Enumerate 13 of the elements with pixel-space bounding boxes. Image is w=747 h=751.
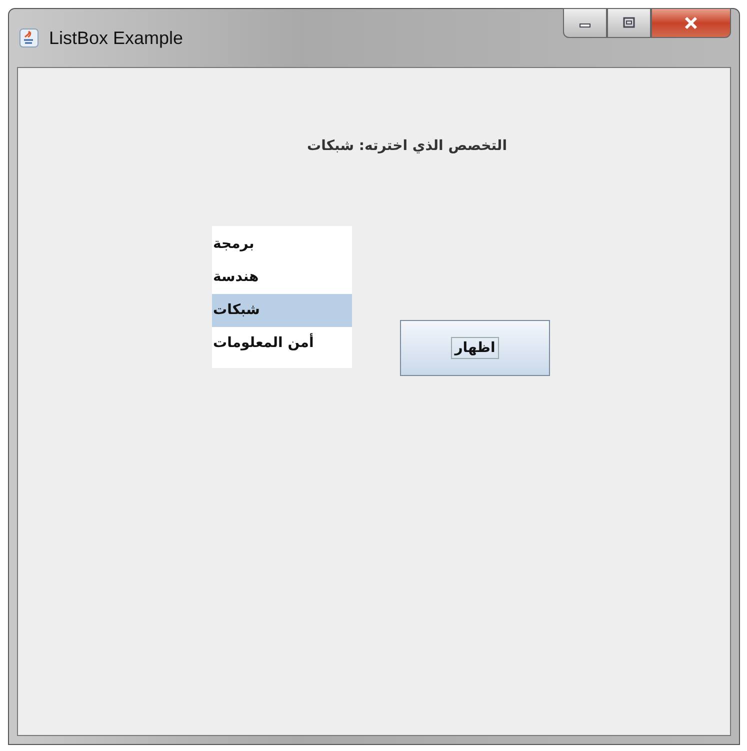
show-button[interactable]: اظهار (400, 320, 550, 376)
selection-label: التخصص الذي اخترته: شبكات (307, 138, 507, 154)
maximize-button[interactable] (607, 8, 651, 38)
maximize-icon (622, 17, 636, 29)
list-item[interactable]: شبكات (212, 294, 352, 327)
window-title: ListBox Example (49, 28, 184, 48)
list-item[interactable]: هندسة (212, 261, 352, 294)
close-icon (683, 16, 699, 30)
list-item[interactable]: أمن المعلومات (212, 327, 352, 360)
list-item[interactable]: برمجة (212, 228, 352, 261)
minimize-button[interactable] (563, 8, 607, 38)
close-button[interactable] (651, 8, 731, 38)
cup-icon (19, 28, 39, 48)
